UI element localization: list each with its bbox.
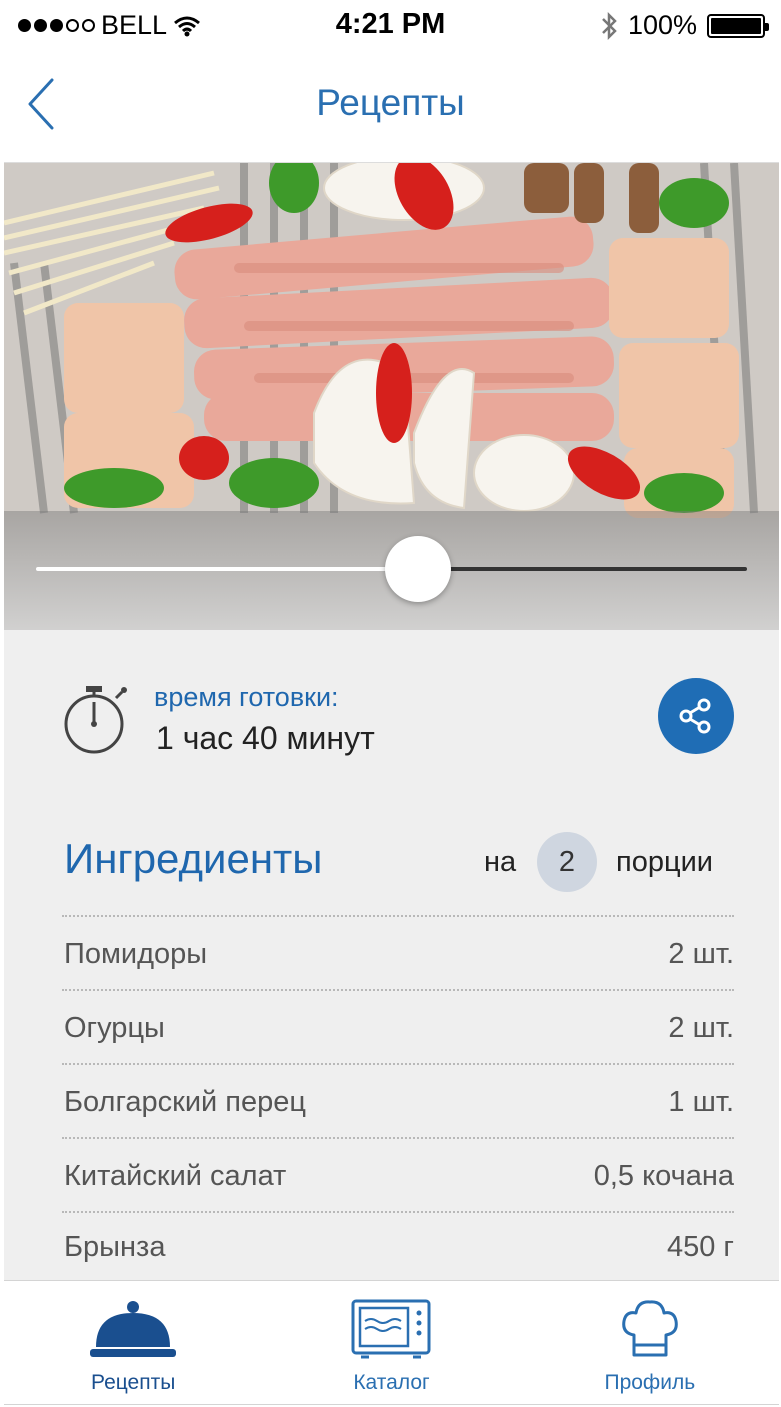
- portion-suffix: порции: [616, 846, 713, 878]
- chef-hat-icon: [622, 1300, 678, 1357]
- ingredient-amount: 0,5 кочана: [593, 1159, 734, 1192]
- ingredient-row: Китайский салат 0,5 кочана: [62, 1137, 734, 1211]
- tab-profile[interactable]: Профиль: [521, 1281, 779, 1404]
- ingredient-row: Брынза 450 г: [62, 1211, 734, 1279]
- portion-prefix: на: [484, 846, 517, 878]
- navigation-bar: Рецепты: [0, 50, 781, 162]
- ingredient-row: Помидоры 2 шт.: [62, 915, 734, 989]
- cloche-icon: [90, 1301, 177, 1357]
- ingredient-row: Огурцы 2 шт.: [62, 989, 734, 1063]
- battery-icon: [707, 13, 769, 38]
- cooking-time-value: 1 час 40 минут: [156, 720, 375, 756]
- slider-track[interactable]: [422, 567, 747, 571]
- status-right-group: 100%: [600, 10, 769, 41]
- slider-progress: [36, 567, 422, 571]
- tab-catalog-label: Каталог: [353, 1371, 430, 1394]
- ingredients-list: Помидоры 2 шт. Огурцы 2 шт. Болгарский п…: [62, 915, 734, 1279]
- portion-count-selector[interactable]: 2: [537, 832, 597, 892]
- page-title: Рецепты: [316, 82, 465, 123]
- ingredient-name: Помидоры: [64, 937, 208, 970]
- microwave-icon: [351, 1299, 431, 1359]
- tab-recipes[interactable]: Рецепты: [4, 1281, 262, 1404]
- ingredients-title: Ингредиенты: [64, 835, 323, 882]
- back-button[interactable]: [22, 76, 72, 136]
- slider-knob[interactable]: [385, 536, 451, 602]
- tab-catalog[interactable]: Каталог: [262, 1281, 520, 1404]
- chevron-left-icon: [28, 78, 54, 130]
- ingredient-name: Болгарский перец: [64, 1085, 306, 1118]
- ingredient-amount: 2 шт.: [668, 1011, 734, 1044]
- ingredient-name: Брынза: [64, 1230, 166, 1263]
- ingredient-name: Китайский салат: [64, 1159, 287, 1192]
- share-button[interactable]: [658, 678, 734, 754]
- ingredient-name: Огурцы: [64, 1011, 165, 1044]
- battery-percent: 100%: [627, 10, 697, 40]
- stopwatch-icon: [64, 686, 127, 754]
- bluetooth-icon: [602, 11, 617, 40]
- recipe-photo: [4, 162, 779, 630]
- recipe-details: время готовки: 1 час 40 минут Ингредиент…: [4, 630, 779, 1280]
- tab-bar: Рецепты Каталог Профиль: [4, 1280, 779, 1405]
- ingredient-row: Болгарский перец 1 шт.: [62, 1063, 734, 1137]
- status-bar: BELL 4:21 PM 100%: [0, 0, 781, 50]
- ingredient-amount: 2 шт.: [668, 937, 734, 970]
- cooking-time-label: время готовки:: [154, 682, 339, 712]
- ingredient-amount: 1 шт.: [668, 1085, 734, 1118]
- tab-recipes-label: Рецепты: [91, 1371, 176, 1394]
- share-icon: [679, 698, 711, 734]
- tab-profile-label: Профиль: [604, 1371, 696, 1394]
- ingredient-amount: 450 г: [666, 1230, 734, 1263]
